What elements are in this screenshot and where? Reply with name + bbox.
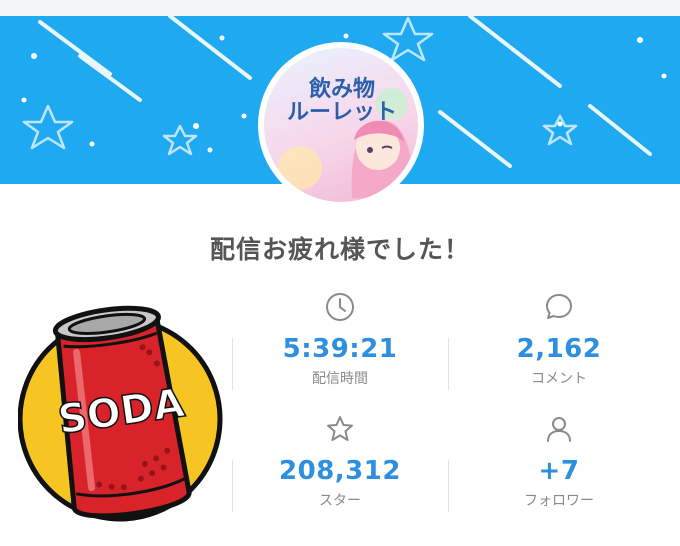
stream-duration-label: 配信時間 — [312, 371, 368, 387]
star-icon — [327, 416, 353, 441]
comments-value: 2,162 — [516, 334, 602, 364]
stat-divider — [448, 460, 449, 512]
stat-divider — [232, 460, 233, 512]
person-icon — [547, 417, 571, 442]
top-status-strip — [0, 0, 680, 16]
stat-divider — [232, 338, 233, 390]
stars-value: 208,312 — [279, 456, 401, 486]
speech-bubble-icon — [546, 294, 572, 319]
clock-icon — [326, 293, 354, 321]
channel-avatar[interactable]: 飲み物 ルーレット — [258, 42, 424, 208]
avatar-title-line1: 飲み物 — [308, 77, 375, 102]
stars-label: スター — [319, 493, 361, 509]
stat-divider — [448, 338, 449, 390]
stat-stars: 208,312 スター — [240, 414, 440, 510]
comments-label: コメント — [531, 371, 587, 387]
avatar-illustration — [278, 88, 414, 198]
soda-can-icon: SODA — [18, 305, 223, 522]
followers-label: フォロワー — [524, 493, 594, 509]
stream-duration-value: 5:39:21 — [282, 334, 398, 364]
stream-ended-message: 配信お疲れ様でした！ — [209, 235, 470, 264]
avatar-title-line2: ルーレット — [286, 100, 397, 126]
stat-comments: 2,162 コメント — [459, 292, 659, 388]
stat-followers: +7 フォロワー — [459, 414, 659, 510]
stat-stream-duration: 5:39:21 配信時間 — [240, 292, 440, 388]
followers-value: +7 — [538, 456, 580, 486]
